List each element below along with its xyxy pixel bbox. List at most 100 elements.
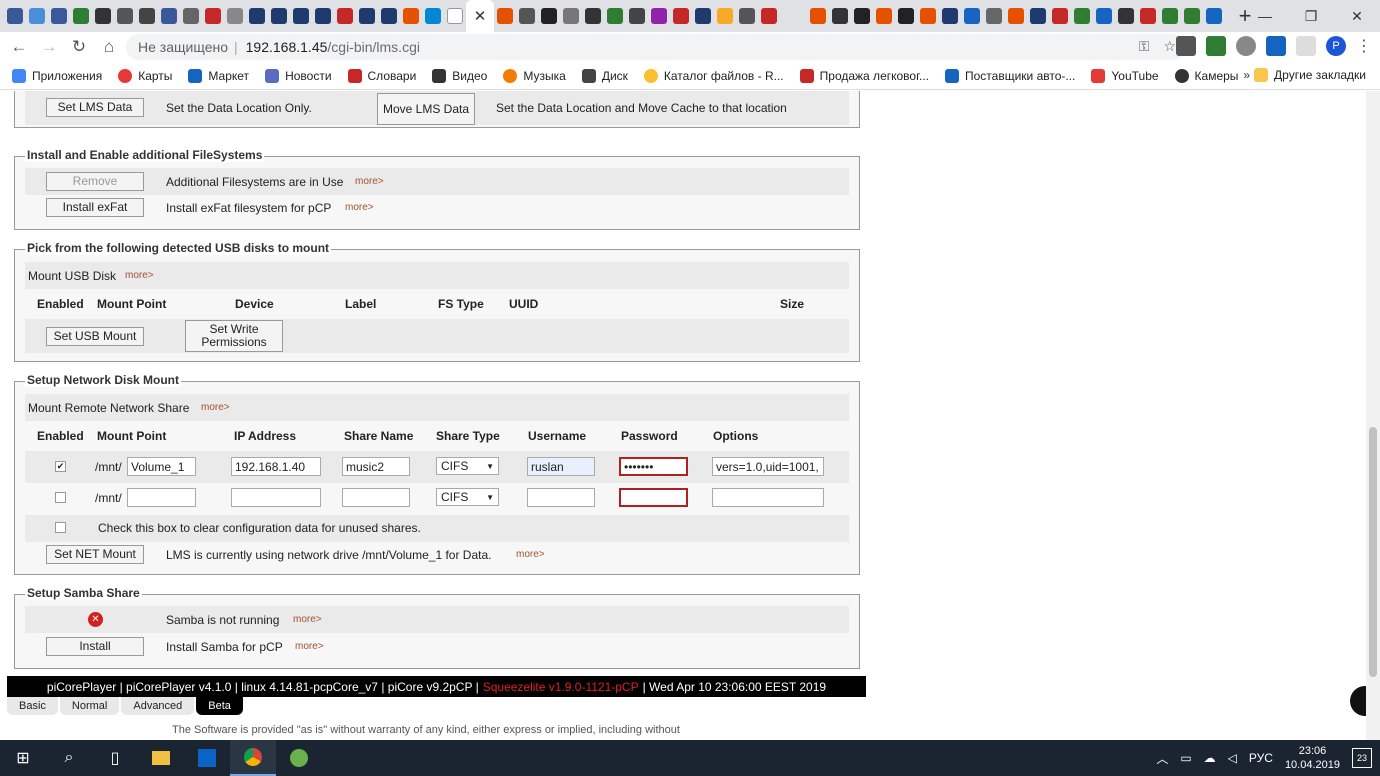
move-lms-data-button[interactable]: Move LMS Data	[377, 93, 475, 125]
network-icon[interactable]: ▭	[1180, 751, 1191, 765]
tab-favicon[interactable]	[1074, 8, 1090, 24]
tab-favicon[interactable]	[1140, 8, 1156, 24]
share-type-select[interactable]: CIFS ▼	[436, 457, 499, 475]
share-type-select[interactable]: CIFS ▼	[436, 488, 499, 506]
tab-favicon[interactable]	[183, 8, 199, 24]
tab-favicon[interactable]	[497, 8, 513, 24]
tab-favicon[interactable]	[854, 8, 870, 24]
tab-favicon[interactable]	[607, 8, 623, 24]
home-icon[interactable]: ⌂	[94, 32, 124, 62]
tab-favicon[interactable]	[51, 8, 67, 24]
bookmark-suppliers[interactable]: Поставщики авто-...	[945, 68, 1075, 83]
set-lms-data-button[interactable]: Set LMS Data	[46, 98, 144, 117]
volume-icon[interactable]: ◁	[1228, 751, 1237, 765]
tab-beta[interactable]: Beta	[196, 697, 243, 715]
more-link[interactable]: more>	[125, 270, 154, 281]
tab-favicon[interactable]	[541, 8, 557, 24]
windows-start-icon[interactable]: ⊞	[0, 740, 46, 776]
search-icon[interactable]: ⌕	[46, 740, 92, 776]
bookmark-dictionaries[interactable]: Словари	[347, 68, 416, 83]
tab-favicon[interactable]	[117, 8, 133, 24]
tab-favicon[interactable]	[695, 8, 711, 24]
tab-favicon[interactable]	[271, 8, 287, 24]
password-input[interactable]	[619, 488, 688, 507]
tab-favicon[interactable]	[1206, 8, 1222, 24]
tab-favicon[interactable]	[810, 8, 826, 24]
bookmark-disk[interactable]: Диск	[581, 68, 628, 83]
back-arrow-icon[interactable]: ←	[4, 32, 34, 62]
mount-point-input[interactable]	[127, 488, 196, 507]
more-link[interactable]: more>	[345, 202, 374, 213]
tab-favicon[interactable]	[1184, 8, 1200, 24]
tab-basic[interactable]: Basic	[7, 697, 58, 715]
clear-config-checkbox[interactable]	[55, 522, 66, 533]
tray-up-arrow-icon[interactable]: ︿	[1156, 750, 1168, 767]
set-usb-mount-button[interactable]: Set USB Mount	[46, 327, 144, 346]
tab-favicon[interactable]	[563, 8, 579, 24]
ip-address-input[interactable]: 192.168.1.40	[231, 457, 321, 476]
tab-favicon[interactable]	[651, 8, 667, 24]
tab-favicon[interactable]	[293, 8, 309, 24]
set-write-permissions-button[interactable]: Set Write Permissions	[185, 320, 283, 352]
tab-favicon[interactable]	[673, 8, 689, 24]
username-input[interactable]: ruslan	[527, 457, 595, 476]
maximize-icon[interactable]: ❐	[1288, 0, 1334, 32]
tab-favicon[interactable]	[337, 8, 353, 24]
install-exfat-button[interactable]: Install exFat	[46, 198, 144, 217]
bookmark-video[interactable]: Видео	[432, 68, 487, 83]
set-net-mount-button[interactable]: Set NET Mount	[46, 545, 144, 564]
tab-favicon[interactable]	[519, 8, 535, 24]
tab-favicon[interactable]	[942, 8, 958, 24]
tab-favicon[interactable]	[73, 8, 89, 24]
tab-favicon[interactable]	[249, 8, 265, 24]
clock[interactable]: 23:06 10.04.2019	[1285, 744, 1340, 772]
tab-favicon[interactable]	[739, 8, 755, 24]
profile-avatar[interactable]: P	[1326, 36, 1346, 56]
password-input[interactable]: •••••••	[619, 457, 688, 476]
tab-favicon[interactable]	[761, 8, 777, 24]
task-view-icon[interactable]: ▯	[92, 740, 138, 776]
bookmark-news[interactable]: Новости	[265, 68, 332, 83]
tab-favicon[interactable]	[315, 8, 331, 24]
tab-favicon[interactable]	[1118, 8, 1134, 24]
bookmark-youtube[interactable]: YouTube	[1091, 68, 1159, 83]
bookmark-apps[interactable]: Приложения	[12, 68, 102, 83]
forward-arrow-icon[interactable]: →	[34, 32, 64, 62]
tab-favicon[interactable]	[717, 8, 733, 24]
more-link[interactable]: more>	[295, 641, 324, 652]
bookmark-cameras[interactable]: Камеры	[1174, 68, 1238, 83]
tab-favicon[interactable]	[381, 8, 397, 24]
more-link[interactable]: more>	[293, 614, 322, 625]
tab-favicon[interactable]	[1052, 8, 1068, 24]
other-bookmarks[interactable]: Другие закладки	[1254, 68, 1366, 82]
tab-favicon[interactable]	[920, 8, 936, 24]
tab-favicon[interactable]	[1008, 8, 1024, 24]
ip-address-input[interactable]	[231, 488, 321, 507]
tab-favicon[interactable]	[425, 8, 441, 24]
utorrent-icon[interactable]	[276, 740, 322, 776]
tab-favicon[interactable]	[964, 8, 980, 24]
floating-action-icon[interactable]	[1350, 686, 1366, 716]
chrome-icon[interactable]	[230, 740, 276, 776]
tab-advanced[interactable]: Advanced	[121, 697, 195, 715]
bookmark-car-sales[interactable]: Продажа легковог...	[799, 68, 929, 83]
username-input[interactable]	[527, 488, 595, 507]
more-link[interactable]: more>	[355, 176, 384, 187]
language-indicator[interactable]: РУС	[1249, 751, 1273, 765]
tab-favicon[interactable]	[139, 8, 155, 24]
file-explorer-icon[interactable]	[138, 740, 184, 776]
close-window-icon[interactable]: ✕	[1334, 0, 1380, 32]
tab-favicon[interactable]	[403, 8, 419, 24]
tab-favicon[interactable]	[205, 8, 221, 24]
tab-favicon[interactable]	[585, 8, 601, 24]
address-bar[interactable]: Не защищено | 192.168.1.45 /cgi-bin/lms.…	[126, 34, 1186, 60]
close-tab-icon[interactable]: ✕	[474, 7, 487, 25]
tab-favicon[interactable]	[832, 8, 848, 24]
tab-favicon[interactable]	[876, 8, 892, 24]
bookmark-star-icon[interactable]: ☆	[1163, 38, 1176, 55]
tab-favicon[interactable]	[1096, 8, 1112, 24]
minimize-icon[interactable]: —	[1242, 0, 1288, 32]
notifications-icon[interactable]: 23	[1352, 748, 1372, 768]
key-icon[interactable]: ⚿	[1139, 38, 1150, 55]
scrollbar-thumb[interactable]	[1369, 427, 1377, 677]
